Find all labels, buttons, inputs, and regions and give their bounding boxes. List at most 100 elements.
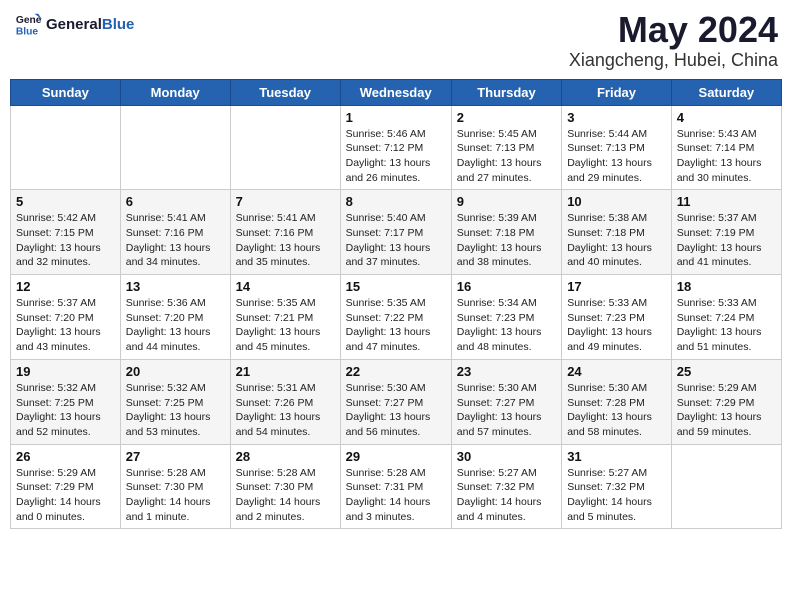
logo: General Blue GeneralBlue bbox=[14, 10, 134, 38]
day-info: Sunrise: 5:40 AM Sunset: 7:17 PM Dayligh… bbox=[346, 211, 446, 270]
calendar-cell bbox=[120, 105, 230, 190]
day-number: 18 bbox=[677, 279, 776, 294]
calendar-cell: 21Sunrise: 5:31 AM Sunset: 7:26 PM Dayli… bbox=[230, 359, 340, 444]
day-info: Sunrise: 5:30 AM Sunset: 7:28 PM Dayligh… bbox=[567, 381, 666, 440]
calendar-cell: 20Sunrise: 5:32 AM Sunset: 7:25 PM Dayli… bbox=[120, 359, 230, 444]
logo-text-general: General bbox=[46, 16, 102, 33]
day-info: Sunrise: 5:38 AM Sunset: 7:18 PM Dayligh… bbox=[567, 211, 666, 270]
calendar-cell: 26 Sunrise: 5:29 AM Sunset: 7:29 PM Dayli… bbox=[11, 444, 121, 529]
calendar-week-row: 19 Sunrise: 5:32 AM Sunset: 7:25 PM Dayli… bbox=[11, 359, 782, 444]
day-info: Sunrise: 5:30 AM Sunset: 7:27 PM Dayligh… bbox=[346, 381, 446, 440]
day-number: 27 bbox=[126, 449, 225, 464]
day-number: 5 bbox=[16, 194, 115, 209]
day-info: Sunrise: 5:27 AM Sunset: 7:32 PM Dayligh… bbox=[457, 466, 556, 525]
day-number: 16 bbox=[457, 279, 556, 294]
calendar-cell: 15 Sunrise: 5:35 AM Sunset: 7:22 PM Dayli… bbox=[340, 275, 451, 360]
day-info: Sunrise: 5:28 AM Sunset: 7:30 PM Dayligh… bbox=[126, 466, 225, 525]
day-info: Sunrise: 5:39 AM Sunset: 7:18 PM Dayligh… bbox=[457, 211, 556, 270]
calendar-week-row: 1Sunrise: 5:46 AM Sunset: 7:12 PM Daylig… bbox=[11, 105, 782, 190]
calendar-table: Sunday Monday Tuesday Wednesday Thursday… bbox=[10, 79, 782, 530]
day-info: Sunrise: 5:28 AM Sunset: 7:30 PM Dayligh… bbox=[236, 466, 335, 525]
day-number: 25 bbox=[677, 364, 776, 379]
header-wednesday: Wednesday bbox=[340, 79, 451, 105]
header-monday: Monday bbox=[120, 79, 230, 105]
calendar-week-row: 26 Sunrise: 5:29 AM Sunset: 7:29 PM Dayli… bbox=[11, 444, 782, 529]
day-info: Sunrise: 5:42 AM Sunset: 7:15 PM Dayligh… bbox=[16, 211, 115, 270]
calendar-week-row: 12 Sunrise: 5:37 AM Sunset: 7:20 PM Dayli… bbox=[11, 275, 782, 360]
calendar-cell: 22 Sunrise: 5:30 AM Sunset: 7:27 PM Dayli… bbox=[340, 359, 451, 444]
day-number: 2 bbox=[457, 110, 556, 125]
day-number: 29 bbox=[346, 449, 446, 464]
weekday-header-row: Sunday Monday Tuesday Wednesday Thursday… bbox=[11, 79, 782, 105]
calendar-cell: 3Sunrise: 5:44 AM Sunset: 7:13 PM Daylig… bbox=[562, 105, 672, 190]
day-number: 12 bbox=[16, 279, 115, 294]
calendar-cell: 11Sunrise: 5:37 AM Sunset: 7:19 PM Dayli… bbox=[671, 190, 781, 275]
day-info: Sunrise: 5:29 AM Sunset: 7:29 PM Dayligh… bbox=[677, 381, 776, 440]
calendar-cell: 2 Sunrise: 5:45 AM Sunset: 7:13 PM Daylig… bbox=[451, 105, 561, 190]
day-info: Sunrise: 5:45 AM Sunset: 7:13 PM Dayligh… bbox=[457, 127, 556, 186]
day-number: 15 bbox=[346, 279, 446, 294]
day-number: 24 bbox=[567, 364, 666, 379]
day-info: Sunrise: 5:27 AM Sunset: 7:32 PM Dayligh… bbox=[567, 466, 666, 525]
day-number: 20 bbox=[126, 364, 225, 379]
day-number: 9 bbox=[457, 194, 556, 209]
calendar-cell bbox=[230, 105, 340, 190]
day-info: Sunrise: 5:34 AM Sunset: 7:23 PM Dayligh… bbox=[457, 296, 556, 355]
day-number: 1 bbox=[346, 110, 446, 125]
calendar-cell: 6 Sunrise: 5:41 AM Sunset: 7:16 PM Daylig… bbox=[120, 190, 230, 275]
calendar-cell bbox=[671, 444, 781, 529]
day-info: Sunrise: 5:41 AM Sunset: 7:16 PM Dayligh… bbox=[126, 211, 225, 270]
day-info: Sunrise: 5:33 AM Sunset: 7:24 PM Dayligh… bbox=[677, 296, 776, 355]
calendar-cell: 13 Sunrise: 5:36 AM Sunset: 7:20 PM Dayli… bbox=[120, 275, 230, 360]
day-number: 23 bbox=[457, 364, 556, 379]
calendar-cell: 27 Sunrise: 5:28 AM Sunset: 7:30 PM Dayli… bbox=[120, 444, 230, 529]
title-block: May 2024 Xiangcheng, Hubei, China bbox=[569, 10, 778, 71]
day-number: 31 bbox=[567, 449, 666, 464]
day-number: 8 bbox=[346, 194, 446, 209]
calendar-cell: 24 Sunrise: 5:30 AM Sunset: 7:28 PM Dayli… bbox=[562, 359, 672, 444]
day-number: 22 bbox=[346, 364, 446, 379]
day-info: Sunrise: 5:35 AM Sunset: 7:22 PM Dayligh… bbox=[346, 296, 446, 355]
calendar-cell: 10Sunrise: 5:38 AM Sunset: 7:18 PM Dayli… bbox=[562, 190, 672, 275]
calendar-week-row: 5 Sunrise: 5:42 AM Sunset: 7:15 PM Daylig… bbox=[11, 190, 782, 275]
day-info: Sunrise: 5:33 AM Sunset: 7:23 PM Dayligh… bbox=[567, 296, 666, 355]
day-info: Sunrise: 5:37 AM Sunset: 7:19 PM Dayligh… bbox=[677, 211, 776, 270]
header-friday: Friday bbox=[562, 79, 672, 105]
calendar-cell bbox=[11, 105, 121, 190]
calendar-subtitle: Xiangcheng, Hubei, China bbox=[569, 50, 778, 71]
calendar-cell: 12 Sunrise: 5:37 AM Sunset: 7:20 PM Dayli… bbox=[11, 275, 121, 360]
svg-text:General: General bbox=[16, 15, 42, 26]
day-info: Sunrise: 5:36 AM Sunset: 7:20 PM Dayligh… bbox=[126, 296, 225, 355]
header-sunday: Sunday bbox=[11, 79, 121, 105]
calendar-cell: 5 Sunrise: 5:42 AM Sunset: 7:15 PM Daylig… bbox=[11, 190, 121, 275]
calendar-cell: 19 Sunrise: 5:32 AM Sunset: 7:25 PM Dayli… bbox=[11, 359, 121, 444]
day-number: 3 bbox=[567, 110, 666, 125]
calendar-cell: 30 Sunrise: 5:27 AM Sunset: 7:32 PM Dayli… bbox=[451, 444, 561, 529]
day-number: 14 bbox=[236, 279, 335, 294]
day-info: Sunrise: 5:32 AM Sunset: 7:25 PM Dayligh… bbox=[16, 381, 115, 440]
day-info: Sunrise: 5:29 AM Sunset: 7:29 PM Dayligh… bbox=[16, 466, 115, 525]
calendar-cell: 29Sunrise: 5:28 AM Sunset: 7:31 PM Dayli… bbox=[340, 444, 451, 529]
calendar-cell: 8 Sunrise: 5:40 AM Sunset: 7:17 PM Daylig… bbox=[340, 190, 451, 275]
calendar-cell: 28Sunrise: 5:28 AM Sunset: 7:30 PM Dayli… bbox=[230, 444, 340, 529]
header-thursday: Thursday bbox=[451, 79, 561, 105]
day-number: 30 bbox=[457, 449, 556, 464]
calendar-cell: 1Sunrise: 5:46 AM Sunset: 7:12 PM Daylig… bbox=[340, 105, 451, 190]
day-number: 7 bbox=[236, 194, 335, 209]
day-number: 19 bbox=[16, 364, 115, 379]
day-number: 6 bbox=[126, 194, 225, 209]
day-info: Sunrise: 5:37 AM Sunset: 7:20 PM Dayligh… bbox=[16, 296, 115, 355]
day-number: 13 bbox=[126, 279, 225, 294]
calendar-cell: 17 Sunrise: 5:33 AM Sunset: 7:23 PM Dayli… bbox=[562, 275, 672, 360]
page-header: General Blue GeneralBlue May 2024 Xiangc… bbox=[10, 10, 782, 71]
day-info: Sunrise: 5:35 AM Sunset: 7:21 PM Dayligh… bbox=[236, 296, 335, 355]
day-number: 21 bbox=[236, 364, 335, 379]
calendar-cell: 7Sunrise: 5:41 AM Sunset: 7:16 PM Daylig… bbox=[230, 190, 340, 275]
day-number: 26 bbox=[16, 449, 115, 464]
logo-icon: General Blue bbox=[14, 10, 42, 38]
calendar-cell: 16 Sunrise: 5:34 AM Sunset: 7:23 PM Dayli… bbox=[451, 275, 561, 360]
day-number: 17 bbox=[567, 279, 666, 294]
calendar-cell: 25 Sunrise: 5:29 AM Sunset: 7:29 PM Dayli… bbox=[671, 359, 781, 444]
calendar-cell: 9 Sunrise: 5:39 AM Sunset: 7:18 PM Daylig… bbox=[451, 190, 561, 275]
calendar-cell: 4Sunrise: 5:43 AM Sunset: 7:14 PM Daylig… bbox=[671, 105, 781, 190]
